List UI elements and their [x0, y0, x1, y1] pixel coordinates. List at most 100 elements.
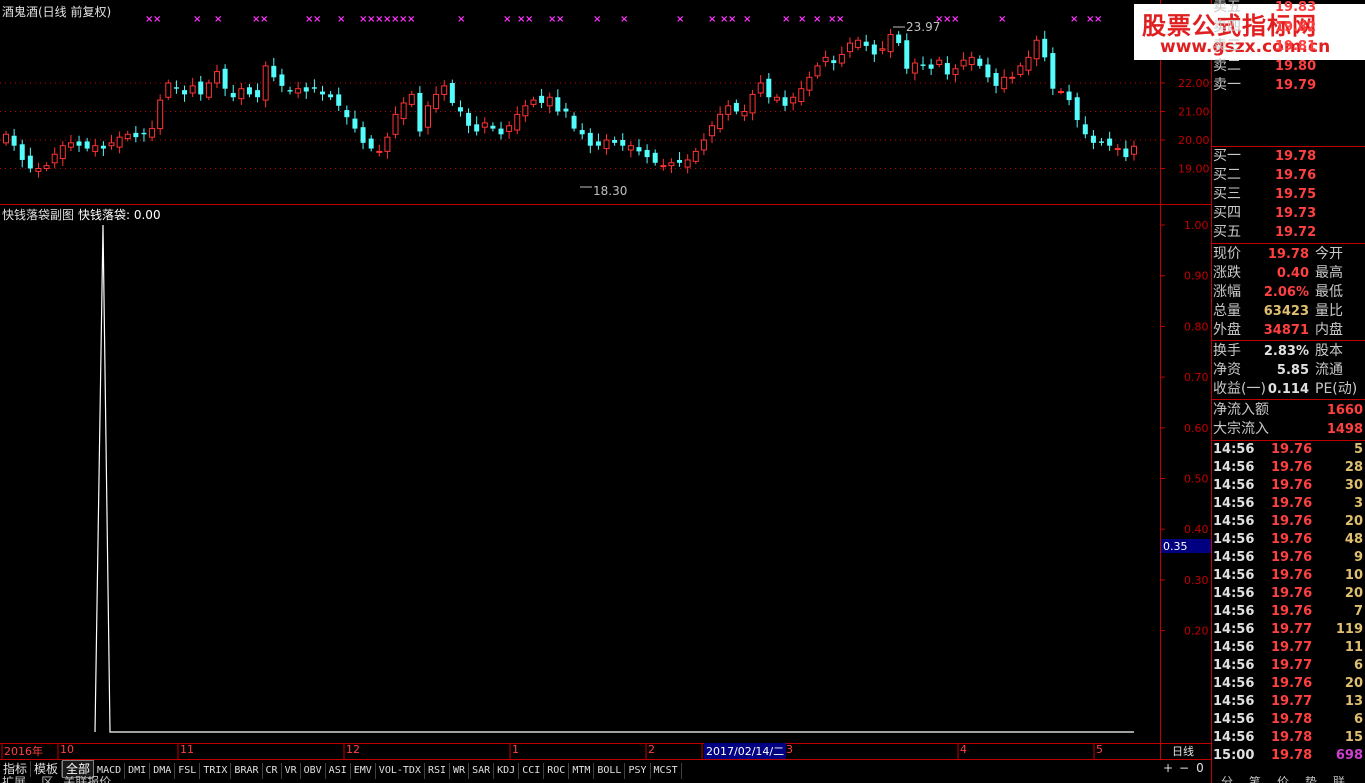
tick-row: 14:56 19.76 30 — [1211, 477, 1365, 495]
signal-marker: × — [620, 14, 628, 25]
tab-roc[interactable]: ROC — [544, 763, 570, 779]
candle-body-down — [466, 112, 472, 126]
tab-vol-tdx[interactable]: VOL-TDX — [376, 763, 425, 779]
tab-wr[interactable]: WR — [450, 763, 470, 779]
tab-psy[interactable]: PSY — [625, 763, 651, 779]
candle-body-up — [124, 133, 131, 140]
zoom-out-button[interactable]: − — [1176, 760, 1192, 776]
tab-template[interactable]: 模板 — [31, 761, 63, 777]
tab-mtm[interactable]: MTM — [569, 763, 595, 779]
candle-body-up — [668, 162, 675, 167]
zoom-reset-button[interactable]: 0 — [1192, 760, 1208, 776]
indicator-axis-label: 0.90 — [1184, 270, 1209, 283]
ask-price: 19.82 — [1275, 19, 1317, 35]
tab-dma[interactable]: DMA — [150, 763, 176, 779]
bottom-right-tab[interactable]: 分 — [1213, 776, 1241, 783]
fund-label2: PE(动) — [1315, 381, 1358, 397]
tab-indicator[interactable]: 指标 — [0, 761, 32, 777]
period-label[interactable]: 日线 — [1172, 743, 1194, 759]
tick-row: 14:56 19.77 119 — [1211, 621, 1365, 639]
candle-body-down — [1090, 135, 1096, 143]
tick-time: 14:56 — [1213, 442, 1255, 457]
tick-price: 19.78 — [1271, 748, 1313, 763]
candle-body-up — [1033, 39, 1040, 60]
candle-body-down — [733, 102, 739, 112]
tab-obv[interactable]: OBV — [301, 763, 326, 779]
bottom-tab[interactable]: 扩展 区 — [2, 776, 53, 783]
candle-body-up — [43, 165, 50, 169]
tab-sar[interactable]: SAR — [469, 763, 495, 779]
tab-brar[interactable]: BRAR — [231, 763, 263, 779]
tick-price: 19.76 — [1271, 442, 1313, 457]
separator — [1211, 243, 1365, 244]
candle-body-down — [782, 97, 788, 106]
bottom-right-tab[interactable]: 价 — [1269, 776, 1297, 783]
indicator-axis-label: 0.20 — [1184, 625, 1209, 638]
candle-body-down — [571, 115, 577, 129]
fund-value: 2.83% — [1263, 344, 1309, 359]
candle-body-up — [838, 54, 845, 64]
tab-cci[interactable]: CCI — [519, 763, 545, 779]
bottom-tab[interactable]: 关联报价 — [63, 776, 111, 783]
flow-value: 1660 — [1326, 403, 1363, 418]
signal-marker: × — [525, 14, 533, 25]
signal-marker: × — [951, 14, 959, 25]
candle-body-up — [384, 136, 391, 152]
tab-cr[interactable]: CR — [263, 763, 282, 779]
kline-chart[interactable]: × × × × × × × × × × × × × × × × × × × × × × × × × × × × × × × × × × × × × × × ×… — [0, 0, 1365, 783]
tab-dmi[interactable]: DMI — [125, 763, 151, 779]
candle-body-down — [222, 68, 228, 89]
bottom-right-tab[interactable]: 势 — [1297, 776, 1325, 783]
tick-volume: 30 — [1344, 478, 1363, 493]
date-axis-label: 2017/02/14/二 — [704, 743, 787, 759]
tab-trix[interactable]: TRIX — [200, 763, 232, 779]
tab-rsi[interactable]: RSI — [425, 763, 451, 779]
tick-price: 19.78 — [1271, 712, 1313, 727]
tab-mcst[interactable]: MCST — [651, 763, 682, 779]
tab-boll[interactable]: BOLL — [594, 763, 626, 779]
quote-label: 总量 — [1213, 303, 1241, 319]
bid-price: 19.72 — [1275, 225, 1317, 240]
tick-volume: 6 — [1353, 712, 1363, 727]
tab-vr[interactable]: VR — [282, 763, 301, 779]
high-annotation: 23.97 — [893, 20, 940, 34]
candle-body-down — [587, 132, 593, 146]
bid-label: 买五 — [1213, 224, 1241, 240]
tab-fsl[interactable]: FSL — [175, 763, 201, 779]
candle-body-up — [546, 96, 553, 107]
candle-body-up — [3, 133, 9, 144]
tick-time: 14:56 — [1213, 730, 1255, 745]
quote-label2: 量比 — [1315, 303, 1343, 319]
candle-body-up — [814, 65, 821, 77]
candle-body-down — [182, 90, 188, 95]
ask-label: 卖二 — [1213, 57, 1241, 74]
tick-time: 14:56 — [1213, 640, 1255, 655]
tick-price: 19.77 — [1271, 622, 1313, 637]
signal-marker: × — [998, 14, 1006, 25]
tick-price: 19.76 — [1271, 496, 1313, 511]
fund-row: 换手 2.83% 股本 — [1211, 342, 1365, 361]
signal-marker: × — [813, 14, 821, 25]
tick-volume: 9 — [1353, 550, 1363, 565]
tick-time: 15:00 — [1213, 748, 1255, 763]
bottom-right-tab[interactable]: 联 — [1325, 776, 1353, 783]
candle-body-down — [328, 94, 334, 98]
candle-body-up — [806, 76, 813, 91]
candle-body-up — [887, 34, 894, 53]
candle-body-up — [879, 48, 886, 51]
zoom-in-button[interactable]: + — [1160, 760, 1176, 776]
tick-time: 14:56 — [1213, 712, 1255, 727]
bottom-right-tab[interactable]: 笔 — [1241, 776, 1269, 783]
candle-body-down — [76, 141, 82, 146]
tab-kdj[interactable]: KDJ — [494, 763, 520, 779]
flow-label: 大宗流入 — [1213, 421, 1269, 437]
candle-body-down — [555, 97, 561, 112]
candle-body-down — [1099, 141, 1105, 143]
tab-asi[interactable]: ASI — [326, 763, 351, 779]
signal-marker: × — [728, 14, 736, 25]
tab-emv[interactable]: EMV — [351, 763, 376, 779]
candle-body-up — [741, 111, 748, 117]
signal-marker: × — [556, 14, 564, 25]
candle-body-down — [1050, 53, 1056, 89]
candle-body-down — [311, 87, 317, 89]
